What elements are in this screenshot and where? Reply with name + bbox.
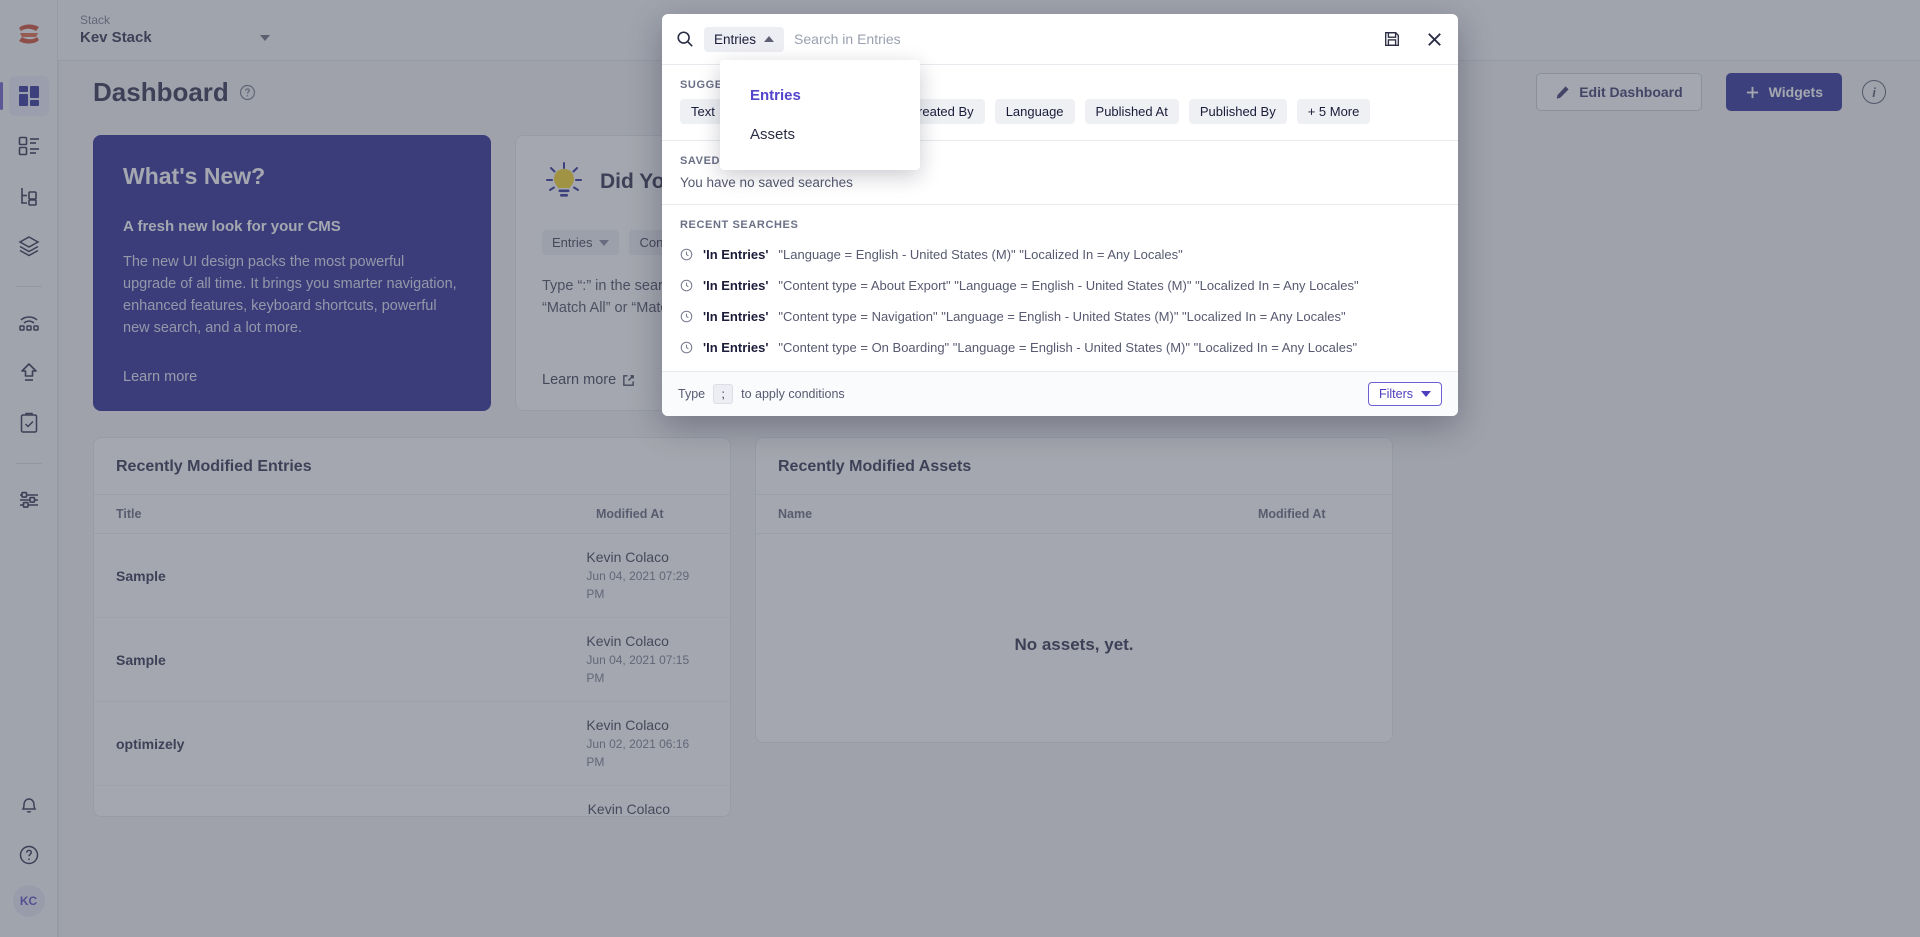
suggestion-chip-published-by[interactable]: Published By bbox=[1188, 99, 1287, 124]
clock-icon bbox=[680, 248, 693, 261]
chevron-down-icon bbox=[1421, 391, 1431, 397]
close-icon[interactable] bbox=[1425, 30, 1444, 49]
app-root: KC Stack Kev Stack Dashboard bbox=[0, 0, 1920, 937]
recent-search-item[interactable]: 'In Entries' "Content type = About Expor… bbox=[662, 270, 1458, 301]
recent-search-item[interactable]: 'In Entries' "Content type = Navigation"… bbox=[662, 301, 1458, 332]
clock-icon bbox=[680, 279, 693, 292]
recent-search-scope: 'In Entries' bbox=[703, 309, 769, 324]
search-bar: Entries bbox=[662, 14, 1458, 64]
recent-searches-label: RECENT SEARCHES bbox=[680, 219, 799, 231]
suggestion-chip-text[interactable]: Text bbox=[680, 99, 726, 124]
suggestion-chip-more[interactable]: + 5 More bbox=[1296, 99, 1371, 124]
recent-search-scope: 'In Entries' bbox=[703, 247, 769, 262]
filters-label: Filters bbox=[1378, 387, 1413, 401]
search-icon bbox=[676, 30, 694, 48]
global-search-modal: Entries SUGGESTIONS Text Title bbox=[662, 14, 1458, 416]
scope-option-entries[interactable]: Entries bbox=[720, 76, 920, 115]
search-hint: Type ; to apply conditions bbox=[678, 384, 845, 404]
recent-search-item[interactable]: 'In Entries' "Content type = On Boarding… bbox=[662, 332, 1458, 363]
filters-button[interactable]: Filters bbox=[1367, 382, 1442, 406]
chevron-up-icon bbox=[764, 36, 775, 42]
search-input[interactable] bbox=[794, 31, 1373, 47]
recent-search-query: "Content type = On Boarding" "Language =… bbox=[778, 340, 1358, 355]
recent-search-query: "Language = English - United States (M)"… bbox=[778, 247, 1183, 262]
recent-search-query: "Content type = About Export" "Language … bbox=[778, 278, 1359, 293]
hint-prefix: Type bbox=[678, 387, 706, 401]
suggestion-chip-language[interactable]: Language bbox=[994, 99, 1075, 124]
hint-suffix: to apply conditions bbox=[741, 387, 845, 401]
recent-search-query: "Content type = Navigation" "Language = … bbox=[778, 309, 1346, 324]
search-scope-label: Entries bbox=[714, 31, 757, 47]
suggestion-chip-published-at[interactable]: Published At bbox=[1084, 99, 1179, 124]
search-footer: Type ; to apply conditions Filters bbox=[662, 371, 1458, 416]
recent-searches-list: 'In Entries' "Language = English - Unite… bbox=[662, 237, 1458, 371]
search-scope-dropdown: Entries Assets bbox=[720, 60, 920, 170]
search-scope-selector[interactable]: Entries bbox=[704, 26, 785, 52]
save-search-icon[interactable] bbox=[1383, 30, 1401, 48]
scope-option-assets[interactable]: Assets bbox=[720, 115, 920, 154]
clock-icon bbox=[680, 310, 693, 323]
recent-search-scope: 'In Entries' bbox=[703, 278, 769, 293]
saved-searches-empty: You have no saved searches bbox=[680, 175, 853, 190]
recent-search-item[interactable]: 'In Entries' "Language = English - Unite… bbox=[662, 239, 1458, 270]
recent-search-scope: 'In Entries' bbox=[703, 340, 769, 355]
clock-icon bbox=[680, 341, 693, 354]
hint-key: ; bbox=[713, 384, 734, 404]
